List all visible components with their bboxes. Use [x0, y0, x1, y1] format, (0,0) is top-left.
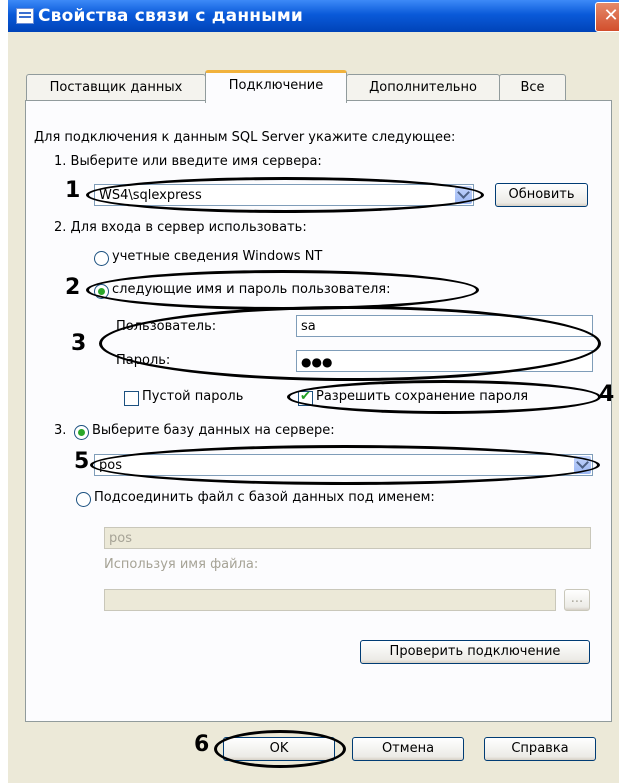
refresh-button[interactable]: Обновить	[495, 183, 588, 207]
intro-text: Для подключения к данным SQL Server укаж…	[34, 130, 456, 145]
annotation-ellipse-5	[90, 445, 600, 485]
tab-all[interactable]: Все	[499, 74, 566, 101]
annotation-number-1: 1	[65, 178, 81, 203]
file-name-input[interactable]	[104, 589, 556, 611]
annotation-number-2: 2	[65, 275, 81, 300]
radio-attach-file[interactable]	[76, 492, 91, 507]
window-title: Свойства связи с данными	[38, 6, 304, 26]
radio-select-database-label: Выберите базу данных на сервере:	[92, 423, 335, 438]
annotation-ellipse-6	[214, 730, 346, 768]
annotation-number-3: 3	[71, 331, 87, 356]
annotation-number-5: 5	[74, 449, 90, 474]
data-link-icon	[16, 8, 34, 24]
dialog-window: Свойства связи с данными ✕ Поставщик дан…	[8, 0, 619, 783]
tab-provider[interactable]: Поставщик данных	[26, 74, 206, 101]
step3-label: 3.	[54, 423, 67, 438]
radio-windows-nt[interactable]	[94, 251, 109, 266]
annotation-number-6: 6	[194, 732, 210, 757]
tab-advanced[interactable]: Дополнительно	[346, 74, 500, 101]
tab-connection[interactable]: Подключение	[205, 70, 347, 103]
step1-label: 1. Выберите или введите имя сервера:	[54, 154, 322, 169]
title-bar: Свойства связи с данными ✕	[8, 0, 619, 32]
annotation-ellipse-1	[86, 177, 484, 213]
blank-password-checkbox[interactable]	[124, 391, 139, 406]
annotation-number-4: 4	[599, 382, 615, 407]
step2-label: 2. Для входа в сервер использовать:	[54, 220, 307, 235]
browse-button[interactable]: ...	[564, 589, 590, 611]
test-connection-button[interactable]: Проверить подключение	[360, 640, 590, 664]
annotation-ellipse-2	[86, 270, 479, 310]
radio-windows-nt-label: учетные сведения Windows NT	[112, 249, 323, 264]
attach-database-input[interactable]: pos	[104, 527, 591, 549]
cancel-button[interactable]: Отмена	[352, 737, 464, 761]
annotation-ellipse-3	[99, 306, 601, 381]
annotation-ellipse-4	[287, 380, 601, 414]
radio-select-database[interactable]	[74, 425, 89, 440]
using-file-label: Используя имя файла:	[104, 557, 259, 572]
help-button[interactable]: Справка	[484, 737, 596, 761]
blank-password-label: Пустой пароль	[142, 389, 244, 404]
radio-attach-file-label: Подсоединить файл с базой данных под име…	[94, 490, 435, 505]
close-button[interactable]: ✕	[595, 2, 619, 32]
